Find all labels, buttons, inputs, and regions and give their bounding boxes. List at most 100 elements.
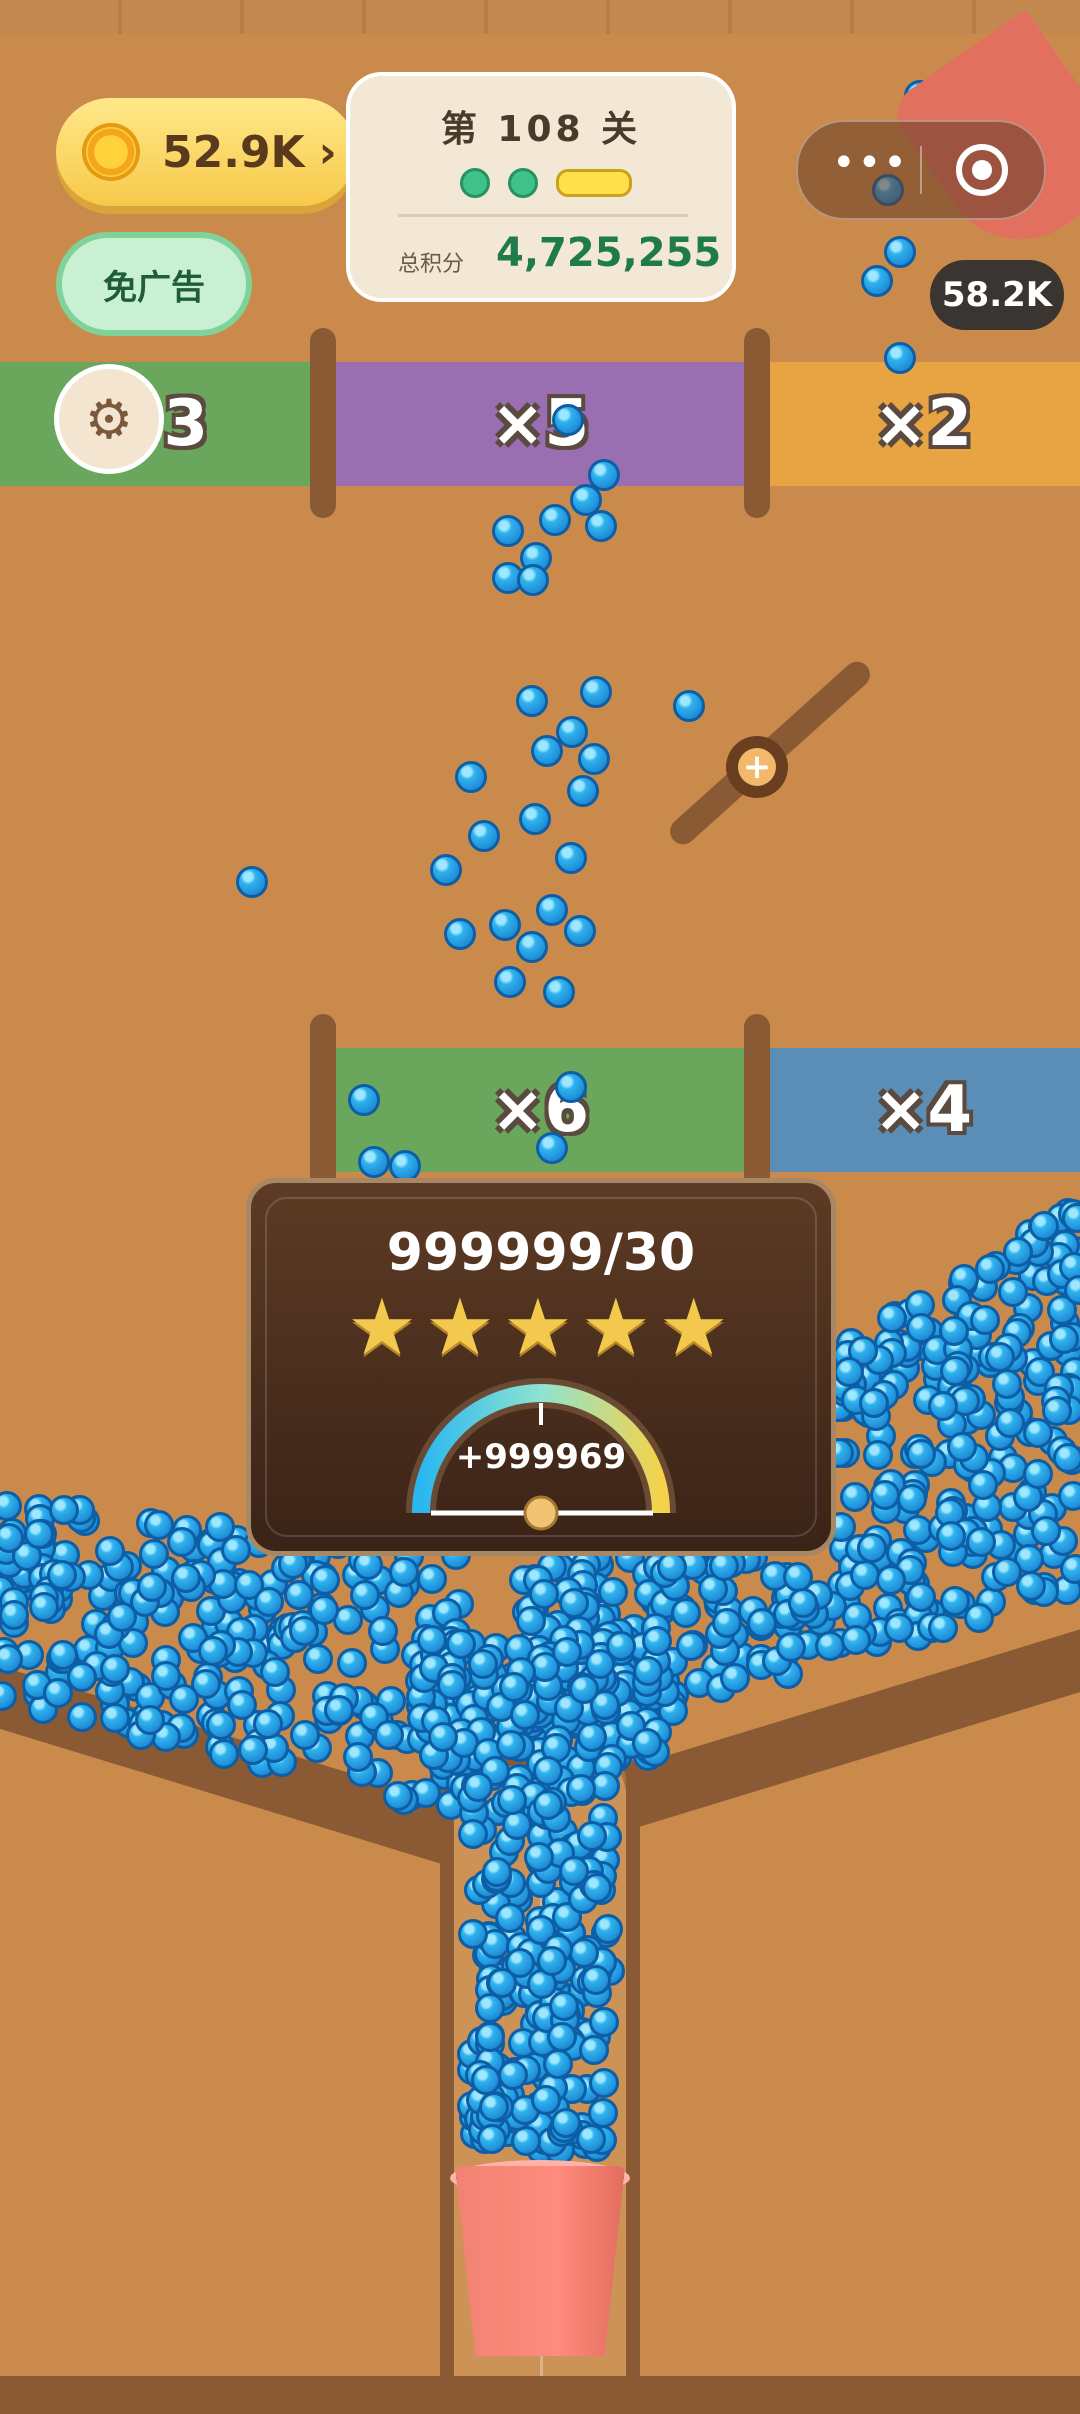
- game-ball: [348, 1084, 380, 1116]
- game-ball: [564, 915, 596, 947]
- game-ball: [673, 690, 705, 722]
- wechat-close-icon[interactable]: [956, 144, 1008, 196]
- game-ball: [567, 775, 599, 807]
- game-ball: [863, 1440, 894, 1471]
- game-ball: [437, 1669, 468, 1700]
- game-ball: [551, 1637, 582, 1668]
- game-ball: [719, 1662, 750, 1693]
- game-ball: [0, 1681, 17, 1712]
- game-ball: [1030, 1515, 1061, 1546]
- game-ball: [558, 1855, 589, 1886]
- star-icon: ★: [502, 1283, 573, 1373]
- game-ball: [539, 504, 571, 536]
- game-ball: [227, 1689, 258, 1720]
- level-progress: [460, 168, 632, 198]
- game-ball: [936, 1520, 966, 1551]
- progress-dot: [460, 168, 490, 198]
- game-ball: [367, 1616, 398, 1647]
- game-ball: [504, 1947, 535, 1978]
- wechat-menu-icon[interactable]: •••: [832, 140, 909, 186]
- game-ball: [136, 1572, 167, 1603]
- game-ball: [519, 803, 551, 835]
- game-ball: [523, 1841, 554, 1872]
- game-ball: [253, 1708, 284, 1739]
- game-ball: [588, 2067, 619, 2098]
- card-divider: [398, 214, 688, 217]
- game-ball: [1053, 1443, 1080, 1474]
- game-ball: [509, 1700, 540, 1731]
- game-ball: [477, 2123, 508, 2154]
- red-cup: [455, 2166, 625, 2356]
- settings-button[interactable]: ⚙: [54, 364, 164, 474]
- level-title: 第 108 关: [440, 109, 642, 150]
- star-icon: ★: [658, 1283, 729, 1373]
- game-ball: [578, 743, 610, 775]
- game-ball: [543, 976, 575, 1008]
- game-ball: [134, 1705, 165, 1736]
- game-ball: [542, 2049, 573, 2080]
- game-ball: [966, 1526, 997, 1557]
- ball-count-badge: 58.2K: [930, 260, 1064, 330]
- remove-ads-button[interactable]: 免广告: [56, 232, 252, 336]
- game-ball: [552, 404, 584, 436]
- game-ball: [489, 909, 521, 941]
- game-ball: [336, 1648, 367, 1679]
- game-ball: [657, 1552, 688, 1583]
- game-ball: [555, 842, 587, 874]
- game-ball: [388, 1557, 419, 1588]
- game-ball: [546, 2021, 577, 2052]
- coin-balance: 52.9K: [162, 126, 305, 178]
- game-ball: [309, 1564, 340, 1595]
- result-score: 999999/30: [386, 1223, 696, 1283]
- game-ball: [568, 1938, 599, 1969]
- game-ball: [884, 236, 916, 268]
- game-ball: [139, 1538, 170, 1569]
- game-ball: [1028, 1210, 1059, 1241]
- game-ball: [358, 1146, 390, 1178]
- game-ball: [558, 1588, 589, 1619]
- chevron-right-icon: ›: [318, 126, 337, 178]
- game-ball: [1023, 1459, 1054, 1490]
- game-ball: [481, 1856, 512, 1887]
- game-ball: [430, 854, 462, 886]
- game-ball: [529, 1579, 560, 1610]
- game-ball: [444, 918, 476, 950]
- total-score: 4,725,255: [496, 230, 722, 276]
- capsule-separator: [920, 146, 922, 194]
- coin-icon: [82, 123, 140, 181]
- game-board: ×3 ×5 ×2 ×6 ×4 + 52.9K › 免广告 第 108 关 总积分…: [0, 0, 1080, 2414]
- progress-current: [556, 169, 632, 197]
- game-ball: [928, 1390, 959, 1421]
- game-ball: [840, 1482, 871, 1513]
- game-ball: [497, 2059, 528, 2090]
- game-ball: [66, 1702, 97, 1733]
- total-score-label: 总积分: [398, 252, 465, 277]
- game-ball: [537, 1945, 568, 1976]
- star-rating: ★ ★ ★ ★ ★: [347, 1289, 729, 1367]
- game-ball: [587, 2098, 618, 2129]
- game-ball: [382, 1780, 413, 1811]
- bonus-value: +999969: [455, 1437, 627, 1477]
- game-ball: [516, 931, 548, 963]
- wechat-capsule: •••: [796, 120, 1046, 220]
- game-ball: [555, 1071, 587, 1103]
- game-ball: [671, 1597, 702, 1628]
- game-ball: [585, 510, 617, 542]
- game-ball: [788, 1587, 819, 1618]
- game-ball: [517, 564, 549, 596]
- game-ball: [565, 1774, 596, 1805]
- game-ball: [974, 1253, 1005, 1284]
- game-ball: [589, 2007, 620, 2037]
- game-ball: [532, 1789, 563, 1820]
- result-panel: 999999/30 ★ ★ ★ ★ ★ +999969: [246, 1178, 836, 1556]
- star-icon: ★: [347, 1283, 417, 1373]
- game-ball: [259, 1657, 290, 1688]
- game-ball: [580, 676, 612, 708]
- game-ball: [870, 1479, 900, 1510]
- game-ball: [516, 685, 548, 717]
- game-ball: [254, 1586, 285, 1617]
- game-ball: [991, 1556, 1022, 1587]
- game-ball: [579, 2034, 610, 2065]
- coin-balance-button[interactable]: 52.9K ›: [56, 98, 356, 206]
- game-ball: [896, 1484, 927, 1515]
